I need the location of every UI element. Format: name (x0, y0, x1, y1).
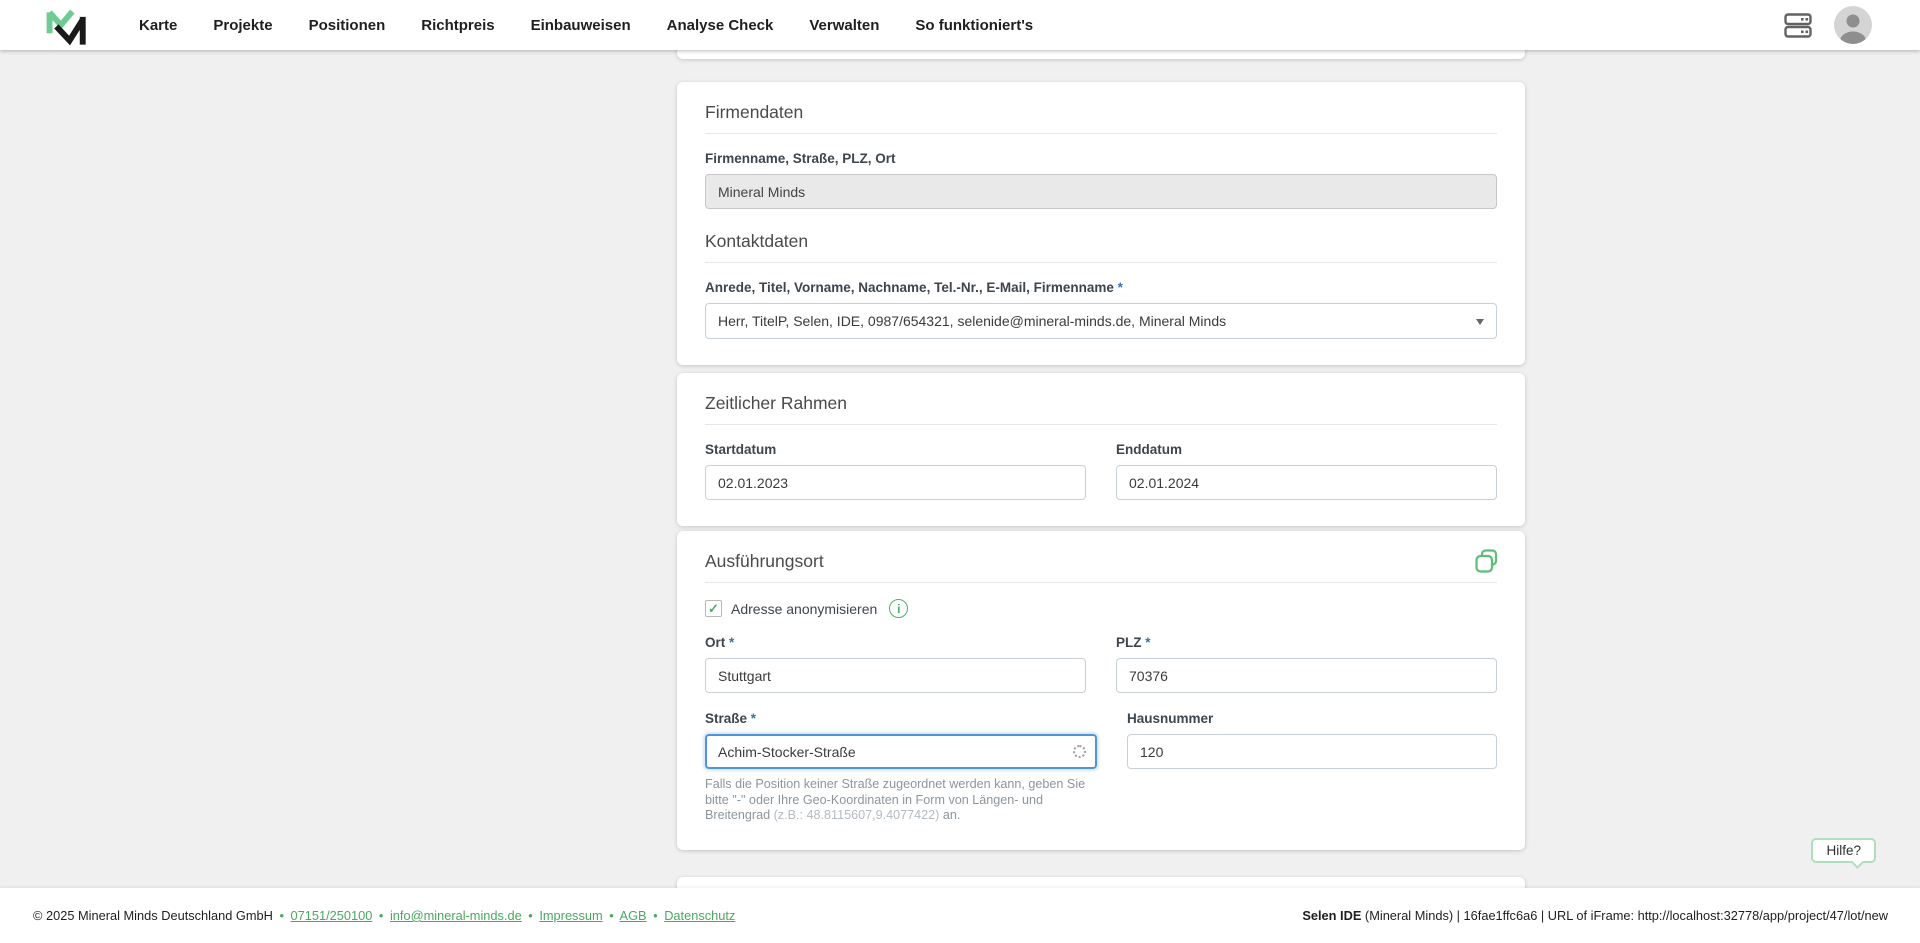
bubble-tail (1851, 856, 1864, 869)
footer: © 2025 Mineral Minds Deutschland GmbH • … (0, 888, 1920, 943)
nav-item-einbauweisen[interactable]: Einbauweisen (531, 17, 631, 34)
hausnummer-input[interactable] (1127, 734, 1497, 769)
divider (705, 133, 1497, 134)
top-navbar: Karte Projekte Positionen Richtpreis Ein… (0, 0, 1920, 50)
startdatum-input[interactable] (705, 465, 1086, 500)
ort-label-text: Ort (705, 635, 726, 650)
ausfuehrungsort-card: Ausführungsort ✓ Adresse anonymisieren i… (677, 531, 1525, 850)
user-avatar[interactable] (1834, 6, 1872, 44)
enddatum-input[interactable] (1116, 465, 1497, 500)
footer-link-phone[interactable]: 07151/250100 (291, 908, 373, 923)
footer-link-email[interactable]: info@mineral-minds.de (390, 908, 522, 923)
separator-dot: • (653, 908, 658, 923)
footer-ide-name: Selen IDE (1302, 908, 1362, 923)
ort-input[interactable] (705, 658, 1086, 693)
info-icon[interactable]: i (889, 599, 909, 618)
mineral-minds-logo-icon[interactable] (42, 6, 88, 46)
info-glyph: i (897, 601, 901, 616)
strasse-input[interactable] (705, 734, 1097, 769)
zeitlicher-rahmen-card: Zeitlicher Rahmen Startdatum Enddatum (677, 373, 1525, 526)
anonymize-label: Adresse anonymisieren (731, 600, 878, 617)
footer-left: © 2025 Mineral Minds Deutschland GmbH • … (33, 908, 735, 923)
footer-right: Selen IDE (Mineral Minds) | 16fae1ffc6a6… (1302, 908, 1888, 923)
required-asterisk: * (750, 711, 757, 726)
nav-item-verwalten[interactable]: Verwalten (809, 17, 879, 34)
strasse-label-text: Straße (705, 711, 748, 726)
separator-dot: • (279, 908, 284, 923)
ausfuehrungsort-title: Ausführungsort (705, 551, 824, 571)
anonymize-row: ✓ Adresse anonymisieren i (705, 599, 1497, 618)
required-asterisk: * (1117, 280, 1123, 295)
hint-suffix: an. (942, 808, 961, 823)
firmenname-input (705, 174, 1497, 209)
person-icon (1840, 14, 1866, 44)
strasse-hint: Falls die Position keiner Straße zugeord… (705, 777, 1097, 824)
help-button[interactable]: Hilfe? (1811, 838, 1876, 869)
divider (705, 424, 1497, 425)
nav-item-positionen[interactable]: Positionen (309, 17, 386, 34)
plz-input[interactable] (1116, 658, 1497, 693)
nav-item-analyse-check[interactable]: Analyse Check (667, 17, 774, 34)
loading-spinner-icon (1073, 745, 1086, 758)
kontakt-select-value: Herr, TitelP, Selen, IDE, 0987/654321, s… (718, 313, 1227, 329)
separator-dot: • (528, 908, 533, 923)
kontakt-label-text: Anrede, Titel, Vorname, Nachname, Tel.-N… (705, 280, 1114, 295)
checkmark-icon: ✓ (708, 601, 719, 616)
help-button-label: Hilfe? (1826, 843, 1861, 858)
nav-item-karte[interactable]: Karte (139, 17, 177, 34)
chevron-down-icon (1476, 319, 1484, 325)
anonymize-checkbox[interactable]: ✓ (705, 600, 722, 617)
divider (705, 582, 1497, 583)
copy-icon[interactable] (1474, 548, 1499, 574)
ort-label: Ort * (705, 634, 1086, 651)
strasse-label: Straße * (705, 710, 1097, 727)
nav-item-richtpreis[interactable]: Richtpreis (421, 17, 494, 34)
server-icon[interactable] (1784, 12, 1812, 39)
hausnummer-label: Hausnummer (1127, 711, 1214, 726)
plz-label: PLZ * (1116, 634, 1497, 651)
nav-item-so-funktionierts[interactable]: So funktioniert's (915, 17, 1033, 34)
firmenname-label: Firmenname, Straße, PLZ, Ort (705, 151, 896, 166)
main-nav: Karte Projekte Positionen Richtpreis Ein… (139, 17, 1033, 34)
firmendaten-title: Firmendaten (705, 102, 804, 122)
separator-dot: • (609, 908, 614, 923)
plz-label-text: PLZ (1116, 635, 1142, 650)
startdatum-label: Startdatum (705, 442, 777, 457)
footer-link-datenschutz[interactable]: Datenschutz (664, 908, 735, 923)
kontaktdaten-title: Kontaktdaten (705, 231, 809, 251)
required-asterisk: * (1145, 635, 1151, 650)
footer-link-impressum[interactable]: Impressum (539, 908, 602, 923)
separator-dot: • (378, 908, 384, 923)
zeitlicher-rahmen-title: Zeitlicher Rahmen (705, 393, 847, 413)
kontakt-label: Anrede, Titel, Vorname, Nachname, Tel.-N… (705, 279, 1497, 296)
required-asterisk: * (729, 635, 735, 650)
hint-example: (z.B.: 48.8115607,9.4077422) (773, 808, 940, 823)
nav-item-projekte[interactable]: Projekte (213, 17, 272, 34)
firmendaten-card: Firmendaten Firmenname, Straße, PLZ, Ort… (677, 82, 1525, 365)
footer-link-agb[interactable]: AGB (620, 908, 647, 923)
divider (705, 262, 1497, 263)
footer-ide-info: (Mineral Minds) | 16fae1ffc6a6 | URL of … (1361, 908, 1888, 923)
copyright-text: © 2025 Mineral Minds Deutschland GmbH (33, 908, 273, 923)
kontakt-select[interactable]: Herr, TitelP, Selen, IDE, 0987/654321, s… (705, 303, 1497, 339)
navbar-right (1784, 0, 1872, 50)
enddatum-label: Enddatum (1116, 442, 1182, 457)
